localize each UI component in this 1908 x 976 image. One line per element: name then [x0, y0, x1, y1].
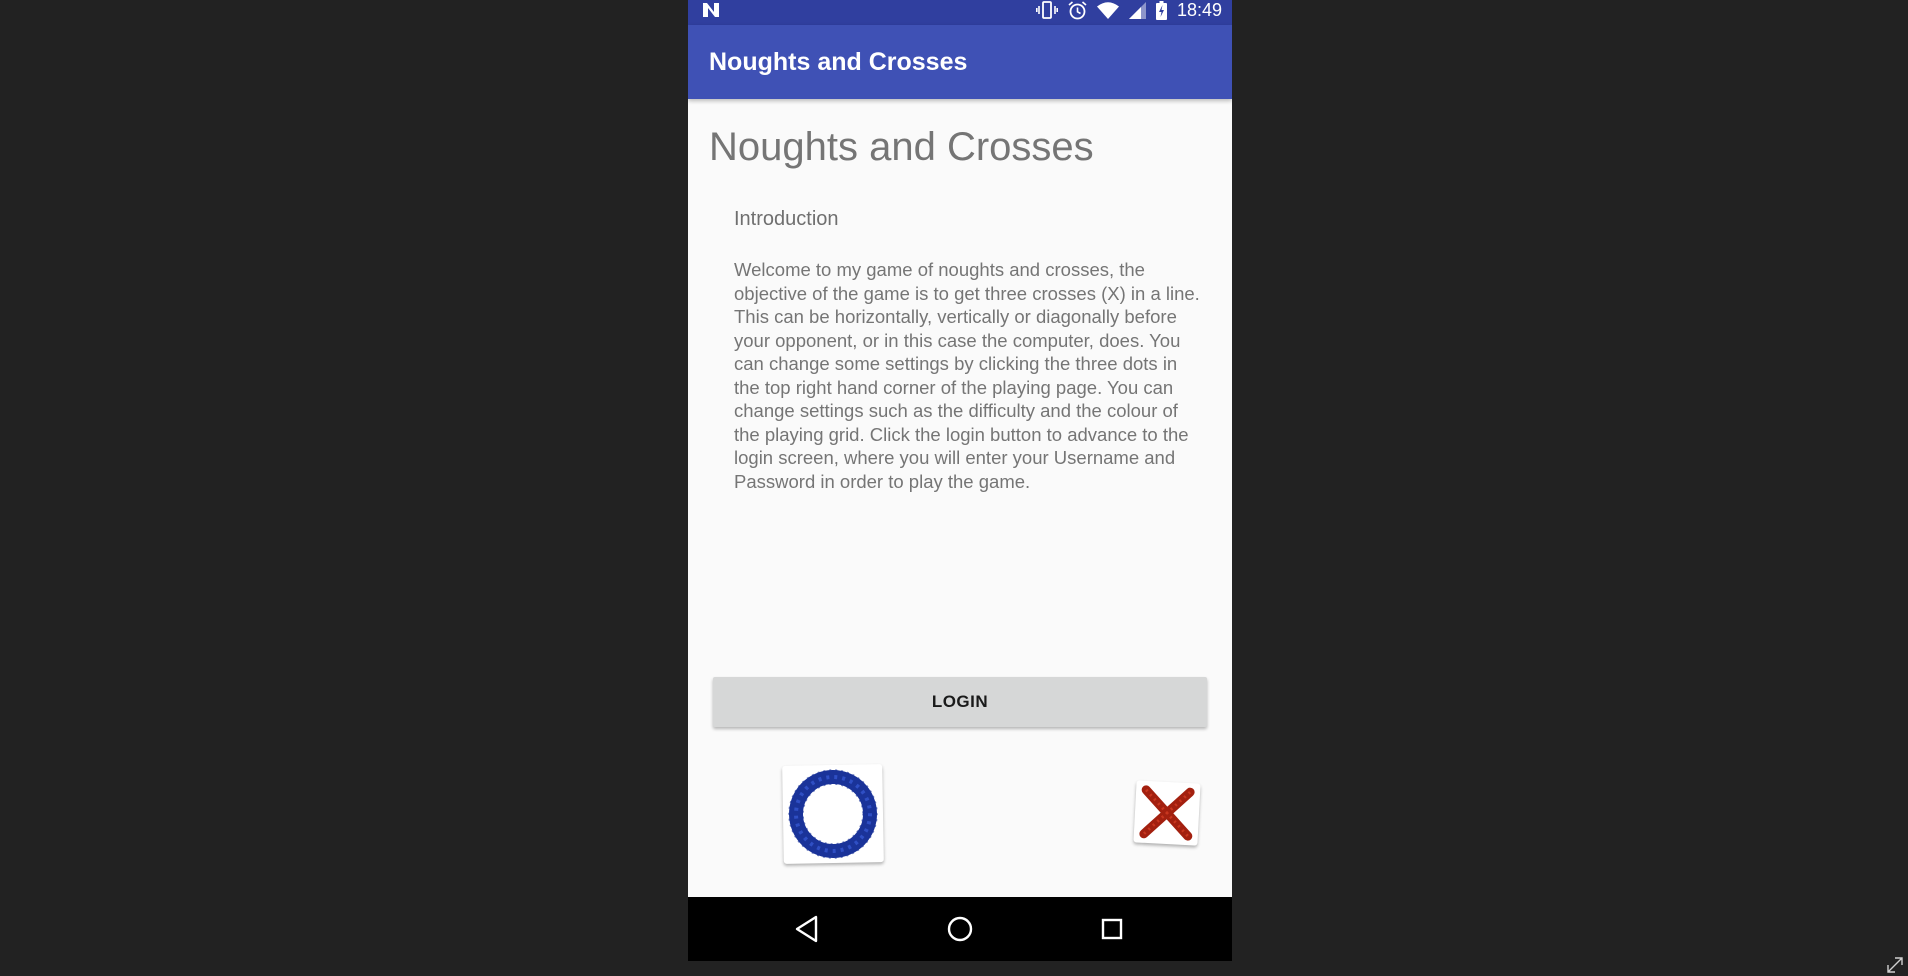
back-button[interactable]: [775, 897, 839, 961]
recents-button[interactable]: [1080, 897, 1144, 961]
nought-image: [782, 764, 884, 864]
cross-icon: [1139, 785, 1195, 841]
home-button[interactable]: [928, 897, 992, 961]
page-title: Noughts and Crosses: [709, 125, 1094, 169]
home-icon: [947, 916, 973, 942]
fullscreen-icon[interactable]: [1886, 956, 1904, 974]
recents-icon: [1101, 918, 1123, 940]
back-icon: [795, 915, 818, 943]
app-bar-title: Noughts and Crosses: [709, 48, 968, 76]
alarm-icon: [1068, 0, 1087, 19]
status-bar: 18:49: [688, 0, 1232, 25]
wifi-icon: [1096, 1, 1119, 19]
battery-icon: [1155, 0, 1167, 20]
intro-text: Welcome to my game of noughts and crosse…: [734, 259, 1200, 492]
signal-icon: [1128, 1, 1146, 19]
login-button[interactable]: LOGIN: [713, 677, 1207, 727]
vibrate-icon: [1035, 1, 1058, 19]
n-logo-icon: [703, 3, 719, 17]
section-heading: Introduction: [734, 208, 839, 230]
phone-screen: 18:49 Noughts and Crosses Noughts and Cr…: [688, 0, 1232, 961]
status-icons: 18:49: [1035, 0, 1222, 20]
navigation-bar: [688, 897, 1232, 961]
nought-icon: [788, 769, 878, 859]
app-bar: Noughts and Crosses: [688, 25, 1232, 99]
status-time: 18:49: [1176, 0, 1222, 20]
cross-image: [1133, 780, 1201, 846]
